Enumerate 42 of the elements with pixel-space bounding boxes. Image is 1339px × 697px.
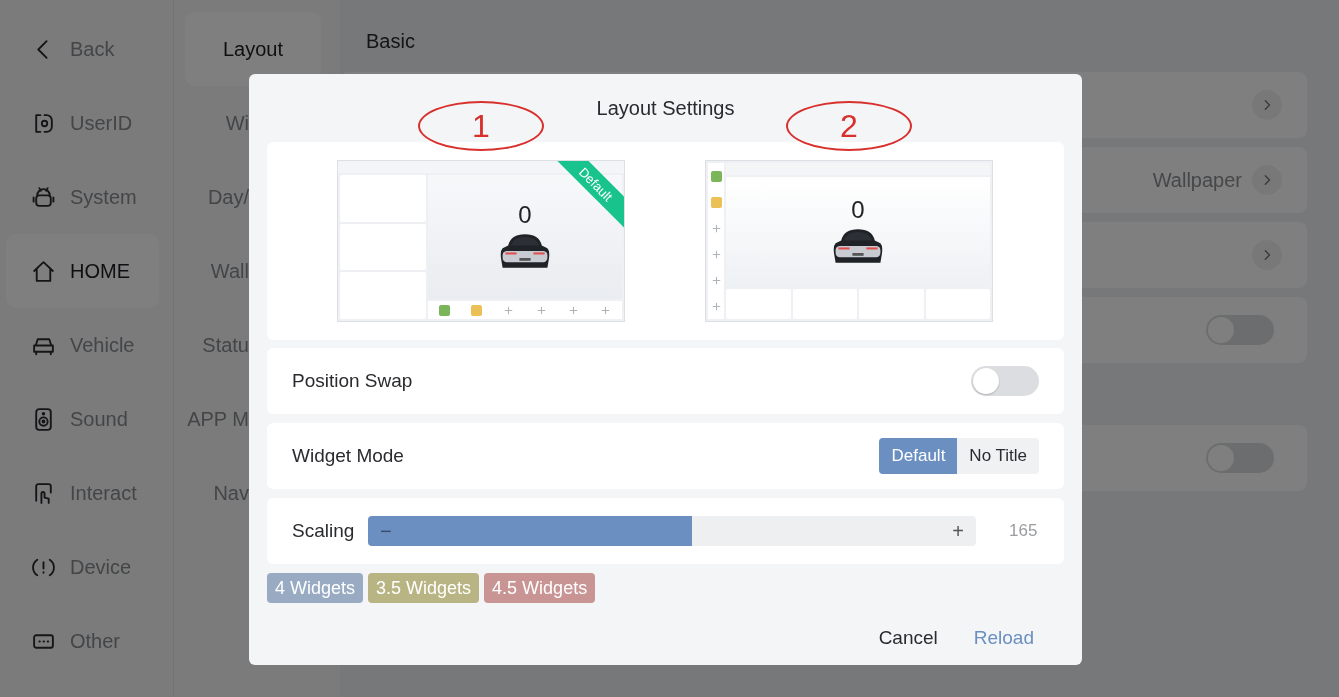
preset-chip[interactable]: 4 Widgets <box>267 573 364 603</box>
decrease-button[interactable]: − <box>372 516 400 546</box>
subnav-item[interactable]: Layout <box>185 12 321 86</box>
app-icon <box>710 170 722 182</box>
cancel-button[interactable]: Cancel <box>878 623 938 653</box>
section-title: Basic <box>366 30 416 54</box>
chevron-button[interactable] <box>1252 90 1282 120</box>
dialog-title: Layout Settings <box>596 97 735 120</box>
sidebar-label: HOME <box>70 259 130 283</box>
segment-option[interactable]: Default <box>879 438 958 474</box>
annotation-marker: 2 <box>786 101 912 151</box>
increase-button[interactable]: + <box>944 516 972 546</box>
car-drawing <box>833 229 883 263</box>
setting-label: Widget Mode <box>292 445 405 467</box>
robot-icon <box>31 184 56 210</box>
add-icon <box>710 248 722 260</box>
add-icon <box>710 300 722 312</box>
app-icon <box>438 304 450 316</box>
home-icon <box>31 258 56 284</box>
scaling-slider[interactable]: − + <box>368 516 976 546</box>
add-icon <box>567 304 579 316</box>
setting-label: Scaling <box>292 520 356 542</box>
annotation-marker: 1 <box>418 101 544 151</box>
speed-reading: 0 <box>851 198 865 222</box>
segment-option[interactable]: No Title <box>957 438 1039 474</box>
sidebar-item[interactable]: HOME <box>6 234 159 308</box>
scaling-value: 165 <box>1009 521 1038 541</box>
toggle-switch[interactable] <box>971 366 1039 396</box>
row-value: Wallpaper <box>1152 168 1242 192</box>
reload-button[interactable]: Reload <box>973 623 1034 653</box>
add-icon <box>600 304 612 316</box>
chevron-button[interactable] <box>1252 165 1282 195</box>
car-drawing <box>500 234 550 268</box>
add-icon <box>710 274 722 286</box>
add-icon <box>535 304 547 316</box>
chevron-button[interactable] <box>1252 240 1282 270</box>
add-icon <box>503 304 515 316</box>
setting-label: Position Swap <box>292 370 414 392</box>
preset-chip[interactable]: 3.5 Widgets <box>368 573 480 603</box>
add-icon <box>710 222 722 234</box>
speed-reading: 0 <box>518 203 532 227</box>
preset-chip[interactable]: 4.5 Widgets <box>484 573 596 603</box>
